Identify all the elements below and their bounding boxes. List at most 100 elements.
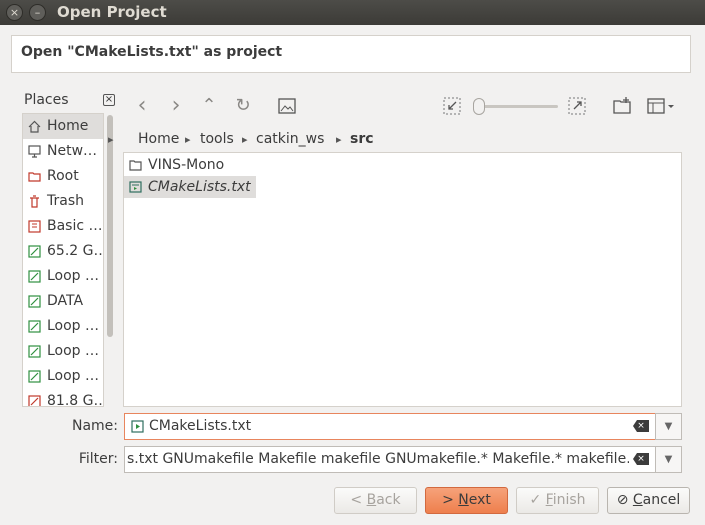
- back-accel: B: [366, 492, 377, 508]
- drive-icon: [28, 245, 41, 258]
- places-list: Home Netw… Root Trash Basic … 65.2 G… Lo…: [22, 113, 104, 407]
- forward-nav-button[interactable]: ›: [164, 93, 188, 119]
- drive-icon: [28, 320, 41, 333]
- title-bar: × – Open Project: [0, 0, 705, 25]
- view-mode-icon[interactable]: [646, 96, 678, 116]
- filter-label: Filter:: [78, 451, 118, 467]
- project-file-icon: [129, 181, 142, 193]
- image-preview-icon[interactable]: [277, 96, 297, 116]
- zoom-out-icon[interactable]: [442, 96, 462, 116]
- file-name: VINS-Mono: [148, 157, 225, 173]
- cancel-accel: C: [632, 492, 643, 508]
- breadcrumb-home[interactable]: Home: [138, 131, 179, 147]
- finish-button[interactable]: ✓ Finish: [516, 487, 599, 514]
- place-item-drive-65[interactable]: 65.2 G…: [23, 239, 103, 264]
- bookmark-folder-icon: [28, 220, 41, 233]
- place-label: Basic …: [47, 218, 103, 234]
- dialog-message: Open "CMakeLists.txt" as project: [21, 44, 283, 60]
- zoom-slider-knob[interactable]: [473, 98, 485, 115]
- file-list: VINS-Mono CMakeLists.txt: [123, 152, 682, 407]
- places-scrollbar[interactable]: [107, 113, 115, 407]
- place-label: Loop …: [47, 368, 100, 384]
- place-item-trash[interactable]: Trash: [23, 189, 103, 214]
- finish-accel: F: [545, 492, 553, 508]
- drive-icon: [28, 270, 41, 283]
- file-row-cmakelists[interactable]: CMakeLists.txt: [124, 176, 256, 198]
- place-label: Loop …: [47, 318, 100, 334]
- place-item-data[interactable]: DATA: [23, 289, 103, 314]
- file-name: CMakeLists.txt: [148, 179, 251, 195]
- place-label: Root: [47, 168, 79, 184]
- back-button[interactable]: < Back: [334, 487, 417, 514]
- folder-icon: [129, 160, 142, 171]
- new-folder-icon[interactable]: [612, 96, 632, 116]
- drive-icon: [28, 395, 41, 406]
- name-label: Name:: [71, 418, 118, 434]
- filter-input[interactable]: s.txt GNUmakefile Makefile makefile GNUm…: [124, 446, 656, 473]
- close-window-button[interactable]: ×: [6, 4, 23, 21]
- trash-icon: [30, 195, 39, 208]
- name-input-value: CMakeLists.txt: [149, 418, 252, 434]
- up-nav-button[interactable]: ⌃: [197, 93, 221, 119]
- place-label: DATA: [47, 293, 84, 309]
- back-chevron-icon: <: [350, 492, 367, 508]
- zoom-in-icon[interactable]: [567, 96, 587, 116]
- network-icon: [28, 145, 41, 158]
- window-title: Open Project: [57, 3, 167, 21]
- file-row-vins-mono[interactable]: VINS-Mono: [124, 154, 254, 176]
- drive-icon: [28, 345, 41, 358]
- breadcrumb-separator-icon: ▸: [185, 133, 191, 146]
- place-item-loop-3[interactable]: Loop …: [23, 339, 103, 364]
- minimize-window-button[interactable]: –: [29, 4, 46, 21]
- breadcrumb-separator-icon: ▸: [336, 133, 342, 146]
- breadcrumb-src[interactable]: src: [350, 131, 374, 147]
- file-toolbar: ‹ › ⌃ ↻: [124, 93, 684, 121]
- drive-icon: [28, 370, 41, 383]
- root-folder-icon: [28, 172, 41, 182]
- zoom-slider-track[interactable]: [476, 105, 558, 108]
- back-label-rest: ack: [376, 492, 401, 508]
- places-close-button[interactable]: ×: [103, 94, 115, 106]
- breadcrumb-separator-icon: ▸: [242, 133, 248, 146]
- place-label: Loop …: [47, 268, 100, 284]
- places-title: Places: [24, 92, 69, 108]
- finish-label-rest: inish: [552, 492, 586, 508]
- cancel-button[interactable]: ⊘ Cancel: [607, 487, 690, 514]
- cancel-label-rest: ancel: [642, 492, 681, 508]
- finish-check-icon: ✓: [529, 492, 546, 508]
- place-item-loop-1[interactable]: Loop …: [23, 264, 103, 289]
- place-item-basic[interactable]: Basic …: [23, 214, 103, 239]
- place-item-home[interactable]: Home: [23, 114, 103, 139]
- dialog-header: Open "CMakeLists.txt" as project: [11, 35, 691, 73]
- next-button[interactable]: > Next: [425, 487, 508, 514]
- home-icon: [28, 120, 41, 133]
- place-label: Trash: [47, 193, 84, 209]
- filter-dropdown-button[interactable]: ▼: [655, 446, 682, 473]
- place-label: Loop …: [47, 343, 100, 359]
- place-label: Home: [47, 118, 89, 134]
- place-item-network[interactable]: Netw…: [23, 139, 103, 164]
- next-chevron-icon: >: [442, 492, 459, 508]
- back-nav-button[interactable]: ‹: [130, 93, 154, 119]
- breadcrumb-scroll-icon[interactable]: ▸: [108, 133, 114, 146]
- reload-button[interactable]: ↻: [231, 93, 255, 119]
- place-item-loop-2[interactable]: Loop …: [23, 314, 103, 339]
- name-input[interactable]: CMakeLists.txt ×: [124, 413, 656, 440]
- place-item-root[interactable]: Root: [23, 164, 103, 189]
- next-label-rest: ext: [468, 492, 491, 508]
- next-accel: N: [458, 492, 469, 508]
- place-item-loop-4[interactable]: Loop …: [23, 364, 103, 389]
- filter-input-value: s.txt GNUmakefile Makefile makefile GNUm…: [127, 451, 629, 467]
- cancel-icon: ⊘: [616, 492, 633, 508]
- place-label: Netw…: [47, 143, 98, 159]
- clear-name-icon[interactable]: ×: [633, 420, 649, 432]
- breadcrumb-catkin-ws[interactable]: catkin_ws: [256, 131, 324, 147]
- breadcrumb-tools[interactable]: tools: [200, 131, 234, 147]
- place-item-drive-81[interactable]: 81.8 G…: [23, 389, 103, 406]
- drive-icon: [28, 295, 41, 308]
- project-file-icon: [131, 420, 144, 433]
- breadcrumb: ▸ Home ▸ tools ▸ catkin_ws ▸ src: [108, 130, 688, 150]
- clear-filter-icon[interactable]: ×: [633, 453, 649, 465]
- places-panel: Places × Home Netw… Root Trash Basic … 6…: [11, 87, 117, 407]
- name-dropdown-button[interactable]: ▼: [655, 413, 682, 440]
